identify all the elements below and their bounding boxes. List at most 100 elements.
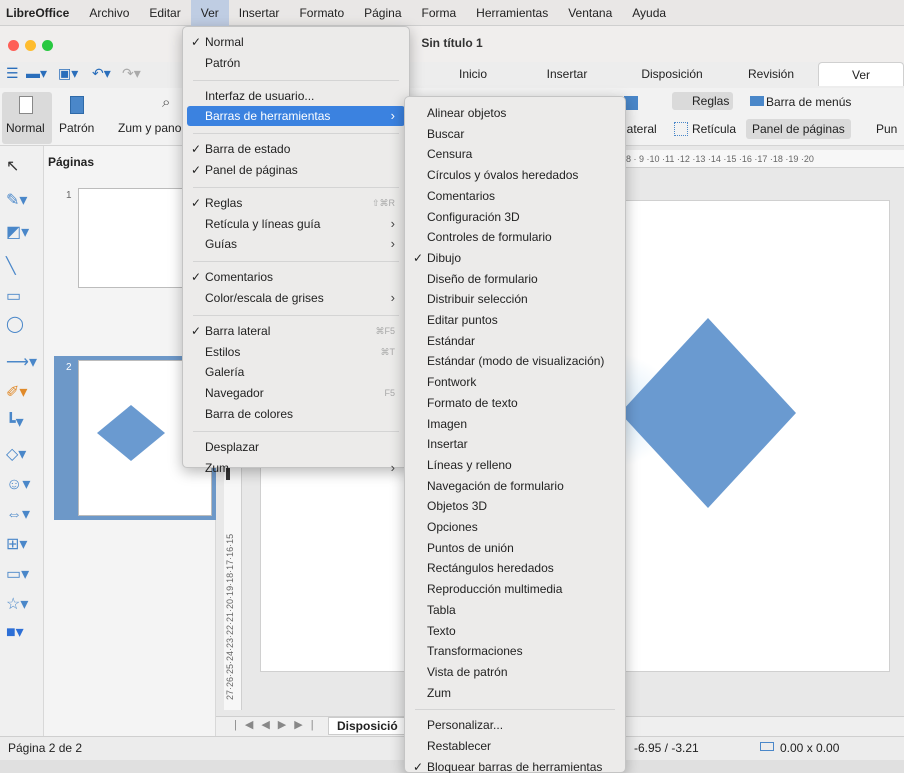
ellipse-tool-icon[interactable]: ◯ bbox=[6, 314, 40, 336]
ver-menu-item-barras-de-herramientas[interactable]: Barras de herramientas › bbox=[187, 106, 405, 127]
ver-menu-item-guias[interactable]: Guías › bbox=[187, 234, 405, 254]
tab-revision[interactable]: Revisión bbox=[736, 62, 806, 86]
line-tool-icon[interactable]: ╲ bbox=[6, 256, 40, 278]
tab-ver[interactable]: Ver bbox=[818, 62, 904, 86]
toolbar-item-insertar[interactable]: Insertar bbox=[409, 434, 621, 454]
symbol-shapes-icon[interactable]: ☺▾ bbox=[6, 474, 40, 496]
toolbar-item-controles-de-formulario[interactable]: Controles de formulario bbox=[409, 227, 621, 247]
zoom-pan-icon[interactable]: ⌕ bbox=[162, 94, 170, 111]
master-view-label[interactable]: Patrón bbox=[59, 121, 94, 135]
toolbar-item-editar-puntos[interactable]: Editar puntos bbox=[409, 310, 621, 330]
ver-menu-item-barra-lateral[interactable]: ✓ Barra lateral ⌘F5 bbox=[187, 321, 405, 341]
menubar-toggle[interactable]: Barra de menús bbox=[766, 95, 851, 109]
ver-menu-item-zum[interactable]: Zum › bbox=[187, 458, 405, 478]
toolbar-item-rectangulos-heredados[interactable]: Rectángulos heredados bbox=[409, 558, 621, 578]
toolbar-item-restablecer[interactable]: Restablecer bbox=[409, 736, 621, 756]
menu-pagina[interactable]: Página bbox=[354, 0, 411, 26]
toolbar-item-fontwork[interactable]: Fontwork bbox=[409, 372, 621, 392]
toolbar-item-buscar[interactable]: Buscar bbox=[409, 124, 621, 144]
undo-icon[interactable]: ↶▾ bbox=[92, 65, 111, 82]
menu-libreoffice[interactable]: LibreOffice bbox=[0, 0, 79, 26]
menu-ver[interactable]: Ver bbox=[190, 0, 229, 26]
ver-menu-item-normal[interactable]: ✓ Normal bbox=[187, 32, 405, 52]
3d-objects-icon[interactable]: ■▾ bbox=[6, 622, 40, 644]
toolbar-item-comentarios[interactable]: Comentarios bbox=[409, 186, 621, 206]
diamond-shape[interactable] bbox=[616, 316, 800, 510]
menu-ayuda[interactable]: Ayuda bbox=[622, 0, 676, 26]
basic-shapes-icon[interactable]: ◇▾ bbox=[6, 444, 40, 466]
toolbar-item-distribuir-seleccion[interactable]: Distribuir selección bbox=[409, 289, 621, 309]
toolbar-item-navegacion-de-formulario[interactable]: Navegación de formulario bbox=[409, 476, 621, 496]
toolbar-item-reproduccion-multimedia[interactable]: Reproducción multimedia bbox=[409, 579, 621, 599]
sidebar-toggle-icon[interactable]: ☰ bbox=[6, 65, 19, 82]
ver-menu-item-panel-de-paginas[interactable]: ✓ Panel de páginas bbox=[187, 160, 405, 180]
menu-ventana[interactable]: Ventana bbox=[558, 0, 622, 26]
ver-menu-item-desplazar[interactable]: Desplazar bbox=[187, 437, 405, 457]
toolbar-item-estandar[interactable]: Estándar bbox=[409, 331, 621, 351]
stars-icon[interactable]: ☆▾ bbox=[6, 594, 40, 616]
toolbar-item-imagen[interactable]: Imagen bbox=[409, 414, 621, 434]
toolbar-item-estandar-modo-de-visualizacion[interactable]: Estándar (modo de visualización) bbox=[409, 351, 621, 371]
menu-archivo[interactable]: Archivo bbox=[79, 0, 139, 26]
toolbar-item-vista-de-patron[interactable]: Vista de patrón bbox=[409, 662, 621, 682]
arrow-line-icon[interactable]: ⟶▾ bbox=[6, 352, 40, 374]
page-panel-toggle[interactable]: Panel de páginas bbox=[746, 119, 851, 139]
toolbar-item-transformaciones[interactable]: Transformaciones bbox=[409, 641, 621, 661]
ver-menu-item-galeria[interactable]: Galería bbox=[187, 362, 405, 382]
toolbar-item-diseno-de-formulario[interactable]: Diseño de formulario bbox=[409, 269, 621, 289]
master-view-icon[interactable] bbox=[70, 96, 84, 114]
menu-editar[interactable]: Editar bbox=[139, 0, 190, 26]
select-icon[interactable]: ↖ bbox=[6, 156, 40, 178]
curve-tool-icon[interactable]: ✐▾ bbox=[6, 382, 40, 404]
toolbar-item-personalizar[interactable]: Personalizar... bbox=[409, 715, 621, 735]
toolbar-item-puntos-de-union[interactable]: Puntos de unión bbox=[409, 538, 621, 558]
toolbar-item-tabla[interactable]: Tabla bbox=[409, 600, 621, 620]
fill-color-icon[interactable]: ◩▾ bbox=[6, 222, 40, 244]
toolbar-item-circulos-y-ovalos-heredados[interactable]: Círculos y óvalos heredados bbox=[409, 165, 621, 185]
rulers-button[interactable]: Reglas bbox=[672, 92, 734, 110]
block-arrows-icon[interactable]: ⇔▾ bbox=[6, 504, 40, 526]
menu-forma[interactable]: Forma bbox=[412, 0, 467, 26]
menu-herramientas[interactable]: Herramientas bbox=[466, 0, 558, 26]
ver-menu-item-color-escala-de-grises[interactable]: Color/escala de grises › bbox=[187, 288, 405, 308]
tab-disposicion[interactable]: Disposición bbox=[626, 62, 718, 86]
toolbar-item-texto[interactable]: Texto bbox=[409, 621, 621, 641]
sidebar-label[interactable]: lateral bbox=[624, 122, 657, 136]
menu-formato[interactable]: Formato bbox=[289, 0, 354, 26]
ver-menu-item-estilos[interactable]: Estilos ⌘T bbox=[187, 342, 405, 362]
grid-toggle[interactable]: Retícula bbox=[692, 122, 736, 136]
rectangle-tool-icon[interactable]: ▭ bbox=[6, 286, 40, 308]
callouts-icon[interactable]: ▭▾ bbox=[6, 564, 40, 586]
ver-menu-item-comentarios[interactable]: ✓ Comentarios bbox=[187, 267, 405, 287]
toolbar-item-opciones[interactable]: Opciones bbox=[409, 517, 621, 537]
toolbar-item-objetos-3d[interactable]: Objetos 3D bbox=[409, 496, 621, 516]
toolbar-item-lineas-y-relleno[interactable]: Líneas y relleno bbox=[409, 455, 621, 475]
line-color-icon[interactable]: ✎▾ bbox=[6, 190, 40, 212]
tab-inicio[interactable]: Inicio bbox=[440, 62, 506, 86]
toolbar-item-alinear-objetos[interactable]: Alinear objetos bbox=[409, 103, 621, 123]
ver-menu-item-barra-de-colores[interactable]: Barra de colores bbox=[187, 404, 405, 424]
toolbar-item-censura[interactable]: Censura bbox=[409, 144, 621, 164]
ver-menu-item-reticula-y-lineas-guia[interactable]: Retícula y líneas guía › bbox=[187, 214, 405, 234]
connector-icon[interactable]: ┗▾ bbox=[6, 412, 40, 434]
ver-menu-item-navegador[interactable]: Navegador F5 bbox=[187, 383, 405, 403]
toolbar-item-zum[interactable]: Zum bbox=[409, 683, 621, 703]
ver-menu-item-reglas[interactable]: ✓ Reglas ⇧⌘R bbox=[187, 193, 405, 213]
tab-insertar[interactable]: Insertar bbox=[530, 62, 604, 86]
flowchart-icon[interactable]: ⊞▾ bbox=[6, 534, 40, 556]
zoom-pan-label[interactable]: Zum y panor bbox=[118, 121, 185, 135]
layout-tab[interactable]: Disposició bbox=[328, 717, 407, 735]
new-doc-icon[interactable]: ▬▾ bbox=[26, 65, 47, 82]
menu-insertar[interactable]: Insertar bbox=[229, 0, 290, 26]
toolbar-item-formato-de-texto[interactable]: Formato de texto bbox=[409, 393, 621, 413]
redo-icon[interactable]: ↷▾ bbox=[122, 65, 141, 82]
ver-menu-item-interfaz-de-usuario[interactable]: Interfaz de usuario... bbox=[187, 86, 405, 106]
sidebar-icon[interactable] bbox=[624, 96, 638, 110]
ver-menu-item-patron[interactable]: Patrón bbox=[187, 53, 405, 73]
nav-arrows[interactable]: |◀◀▶▶| bbox=[234, 718, 322, 731]
save-icon[interactable]: ▣▾ bbox=[58, 65, 78, 82]
toolbar-item-bloquear-barras-de-herramientas[interactable]: ✓ Bloquear barras de herramientas bbox=[409, 757, 621, 773]
toolbar-item-configuracion-3d[interactable]: Configuración 3D bbox=[409, 207, 621, 227]
toolbar-item-dibujo[interactable]: ✓ Dibujo bbox=[409, 248, 621, 268]
points-button[interactable]: Pun bbox=[876, 122, 897, 136]
